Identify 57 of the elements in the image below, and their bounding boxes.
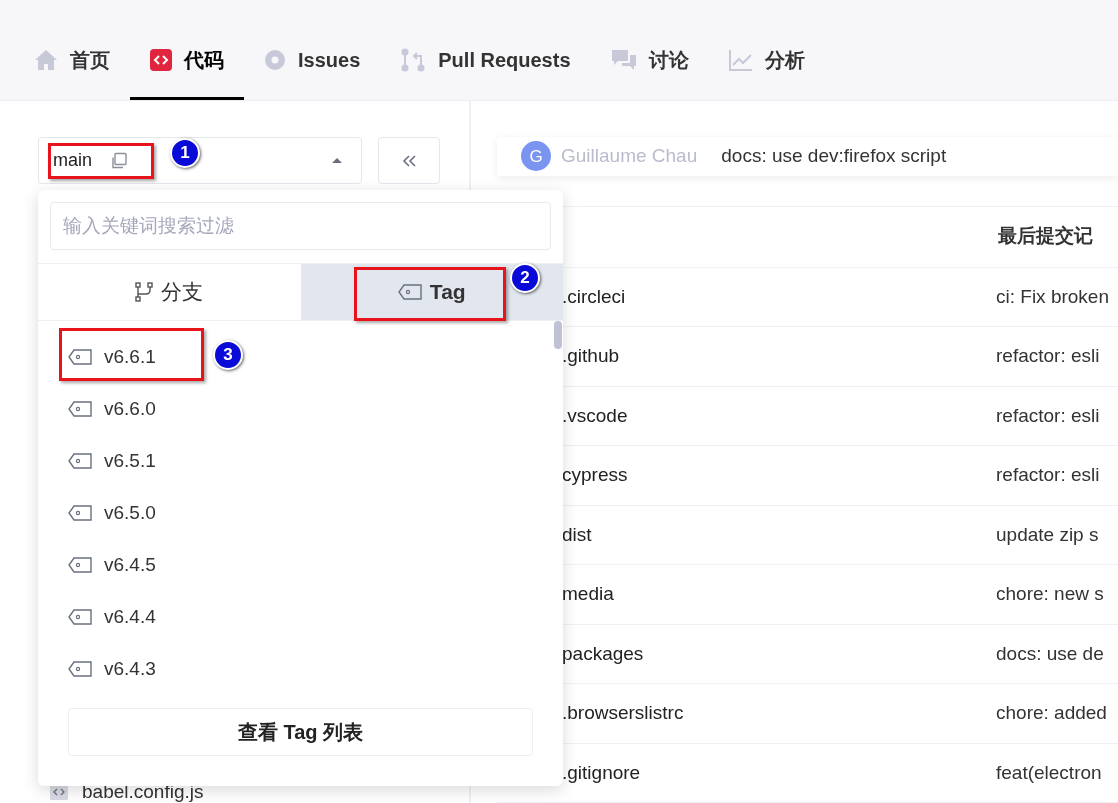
commit-message: refactor: esli <box>996 344 1100 368</box>
tag-icon <box>397 284 422 300</box>
search-field[interactable]: 输入关键词搜索过滤 <box>50 202 551 250</box>
tag-icon <box>68 349 92 365</box>
tag-item[interactable]: v6.4.5 <box>68 539 156 591</box>
commit-message: feat(electron <box>996 760 1102 785</box>
commit-message: docs: use de <box>996 641 1104 666</box>
file-name[interactable]: packages <box>562 639 982 668</box>
tag-item[interactable]: v6.4.3 <box>68 643 156 695</box>
tag-icon <box>68 557 92 573</box>
nav-tab[interactable]: 讨论 <box>590 26 709 100</box>
commit-message: refactor: esli <box>996 403 1100 428</box>
chart-icon <box>728 48 753 71</box>
tag-icon <box>68 609 92 625</box>
tag-item[interactable]: v6.5.0 <box>68 487 156 539</box>
commit-message: refactor: esli <box>996 463 1100 487</box>
tag-item[interactable]: v6.4.4 <box>68 591 156 643</box>
tag-icon <box>68 401 92 417</box>
file-name[interactable]: .vscode <box>562 401 982 430</box>
tag-icon <box>68 661 92 677</box>
view-tags-button[interactable]: 查看 Tag 列表 <box>68 708 533 756</box>
scrollbar-thumb[interactable] <box>554 321 562 349</box>
file-name[interactable]: .circleci <box>562 282 982 311</box>
nav-tab[interactable]: 首页 <box>14 26 130 100</box>
collapse-button[interactable] <box>378 137 440 184</box>
commit-message: chore: new s <box>996 582 1104 606</box>
nav-tab[interactable]: Issues <box>244 26 381 100</box>
tag-icon <box>68 505 92 521</box>
file-name[interactable]: dist <box>562 520 982 549</box>
nav-tab[interactable]: Pull Requests <box>380 26 591 100</box>
disc-icon <box>264 48 286 71</box>
chat-icon <box>610 48 637 71</box>
file-name[interactable]: .github <box>562 342 982 371</box>
tag-icon <box>68 453 92 469</box>
file-name[interactable]: .browserslistrc <box>562 699 982 728</box>
branch-name: main <box>53 149 92 172</box>
nav-tab[interactable]: 代码 <box>130 26 244 100</box>
column-header: 最后提交记 <box>998 224 1093 249</box>
double-chevron-icon <box>401 154 417 167</box>
pull-request-icon <box>400 47 427 72</box>
file-name[interactable]: cypress <box>562 461 982 490</box>
copy-icon[interactable] <box>110 151 128 170</box>
tag-item[interactable]: v6.6.0 <box>68 383 156 435</box>
commit-message: chore: added <box>996 701 1107 725</box>
step-number: 1 <box>170 138 200 168</box>
commit-message: docs: use dev:firefox script <box>721 144 947 168</box>
home-icon <box>34 48 58 71</box>
code-icon <box>150 48 172 71</box>
file-name[interactable]: media <box>562 580 982 609</box>
file-name[interactable]: .gitignore <box>562 758 982 787</box>
avatar: G <box>521 141 551 172</box>
commit-message: update zip s <box>996 522 1099 547</box>
tag-item[interactable]: v6.5.1 <box>68 435 156 487</box>
nav-tab[interactable]: 分析 <box>708 26 825 100</box>
tag-item[interactable]: v6.6.1 <box>68 331 156 383</box>
commit-message: ci: Fix broken <box>996 284 1109 309</box>
branch-icon <box>135 282 154 302</box>
